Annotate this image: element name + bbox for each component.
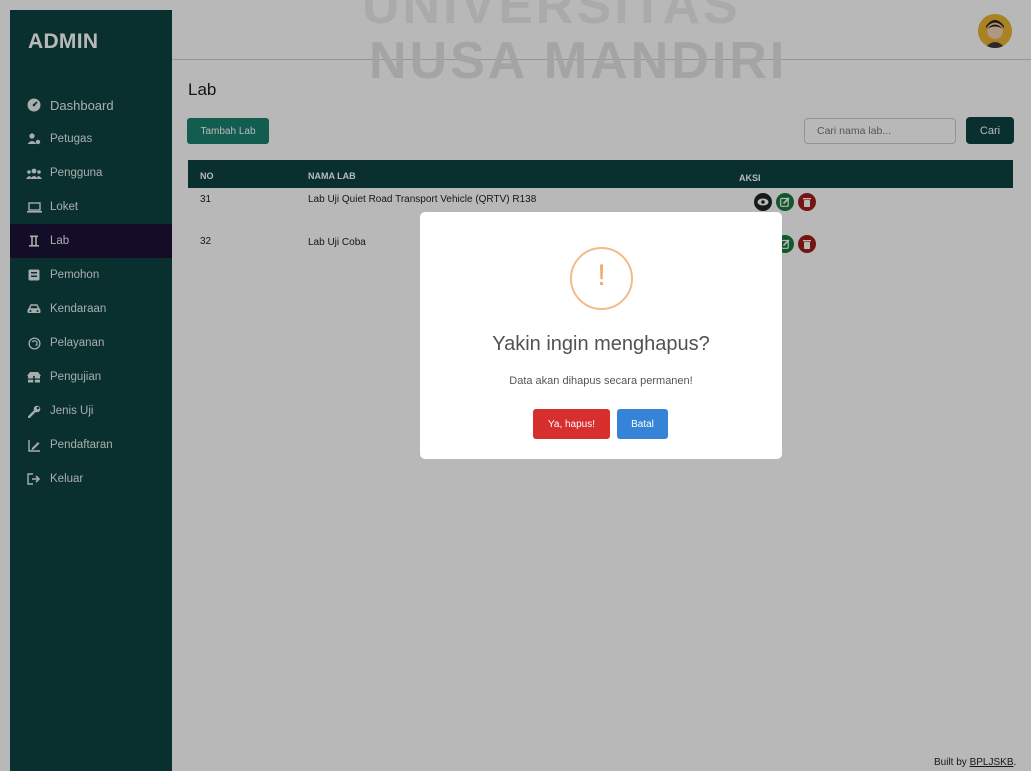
confirm-delete-dialog: ! Yakin ingin menghapus? Data akan dihap… bbox=[420, 212, 782, 459]
warning-icon: ! bbox=[570, 247, 633, 310]
confirm-delete-button[interactable]: Ya, hapus! bbox=[533, 409, 610, 439]
warning-mark: ! bbox=[597, 259, 606, 292]
dialog-message: Data akan dihapus secara permanen! bbox=[509, 375, 693, 387]
dialog-title: Yakin ingin menghapus? bbox=[492, 333, 710, 355]
cancel-button[interactable]: Batal bbox=[617, 409, 668, 439]
